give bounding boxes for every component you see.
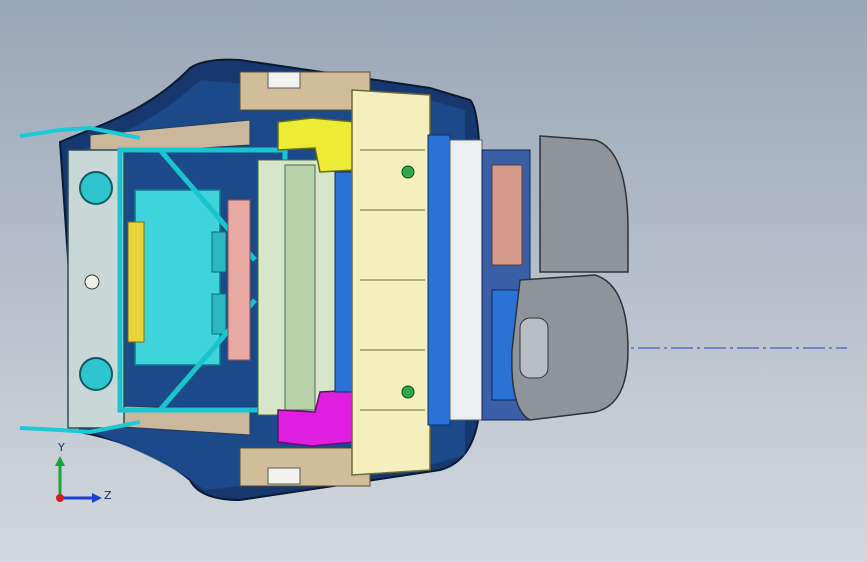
lower-mount-bolt-icon xyxy=(401,385,415,399)
z-axis-label: Z xyxy=(104,489,112,502)
headrest-window-top xyxy=(491,164,523,266)
cyan-lumbar-plate[interactable] xyxy=(134,189,221,366)
cream-crossmember[interactable] xyxy=(351,89,431,476)
lumbar-slot-upper xyxy=(211,231,227,273)
triad-graphic xyxy=(55,456,102,503)
foam-inner-column xyxy=(284,164,316,411)
headrest-button[interactable] xyxy=(519,317,549,379)
origin-dot-icon xyxy=(56,494,64,502)
pink-trim-panel xyxy=(227,199,251,361)
upper-bearing-icon xyxy=(79,171,113,205)
coordinate-triad: Y Z xyxy=(40,440,120,520)
lower-bearing-icon xyxy=(79,357,113,391)
cad-viewport[interactable]: Y Z xyxy=(0,0,867,562)
white-bracket-panel xyxy=(449,139,483,421)
z-axis-head-icon xyxy=(92,493,102,503)
lower-tan-pad xyxy=(239,447,371,487)
upper-white-clip xyxy=(267,71,301,89)
seat-assembly-model[interactable] xyxy=(0,0,867,562)
upper-tan-pad xyxy=(239,71,371,111)
blue-slider-rail[interactable] xyxy=(334,171,354,393)
upper-mount-bolt-icon xyxy=(401,165,415,179)
center-pivot-icon xyxy=(84,274,100,290)
lower-white-clip xyxy=(267,467,301,485)
blue-bracket[interactable] xyxy=(427,134,451,426)
y-axis-head-icon xyxy=(55,456,65,466)
y-axis-label: Y xyxy=(58,441,65,454)
headrest-upper[interactable] xyxy=(539,135,629,273)
yellow-spring-strip xyxy=(127,221,145,343)
lumbar-slot-lower xyxy=(211,293,227,335)
